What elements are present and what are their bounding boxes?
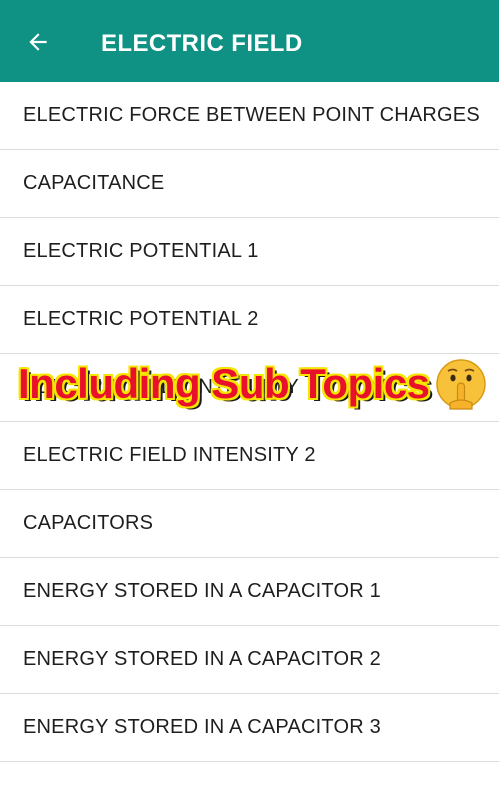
topic-list: ELECTRIC FORCE BETWEEN POINT CHARGES CAP… — [0, 82, 499, 762]
topic-label: CAPACITANCE — [23, 172, 165, 194]
topic-item-energy-stored-3[interactable]: ENERGY STORED IN A CAPACITOR 3 — [0, 694, 499, 762]
topic-item-energy-stored-2[interactable]: ENERGY STORED IN A CAPACITOR 2 — [0, 626, 499, 694]
topic-item-electric-potential-1[interactable]: ELECTRIC POTENTIAL 1 — [0, 218, 499, 286]
topic-item-energy-stored-1[interactable]: ENERGY STORED IN A CAPACITOR 1 — [0, 558, 499, 626]
topic-item-capacitors[interactable]: CAPACITORS — [0, 490, 499, 558]
topic-item-capacitance[interactable]: CAPACITANCE — [0, 150, 499, 218]
topic-item-electric-field-intensity[interactable]: ELECTRIC FIELD INTENSITY — [0, 354, 499, 422]
topic-label: ENERGY STORED IN A CAPACITOR 2 — [23, 648, 381, 670]
topic-label: ELECTRIC FIELD INTENSITY 2 — [23, 444, 316, 466]
topic-item-electric-force[interactable]: ELECTRIC FORCE BETWEEN POINT CHARGES — [0, 82, 499, 150]
topic-label: ELECTRIC FORCE BETWEEN POINT CHARGES — [23, 104, 480, 126]
topic-item-electric-potential-2[interactable]: ELECTRIC POTENTIAL 2 — [0, 286, 499, 354]
page-title: ELECTRIC FIELD — [101, 30, 303, 57]
back-button[interactable] — [22, 26, 54, 58]
topic-label: CAPACITORS — [23, 512, 154, 534]
topic-label: ELECTRIC POTENTIAL 1 — [23, 240, 259, 262]
topic-label: ELECTRIC FIELD INTENSITY — [23, 376, 299, 398]
topic-label: ENERGY STORED IN A CAPACITOR 3 — [23, 716, 381, 738]
topic-item-electric-field-intensity-2[interactable]: ELECTRIC FIELD INTENSITY 2 — [0, 422, 499, 490]
app-toolbar: ELECTRIC FIELD — [0, 0, 499, 82]
app-screen: ELECTRIC FIELD ELECTRIC FORCE BETWEEN PO… — [0, 0, 499, 800]
arrow-left-icon — [29, 33, 47, 51]
topic-label: ELECTRIC POTENTIAL 2 — [23, 308, 259, 330]
topic-label: ENERGY STORED IN A CAPACITOR 1 — [23, 580, 381, 602]
